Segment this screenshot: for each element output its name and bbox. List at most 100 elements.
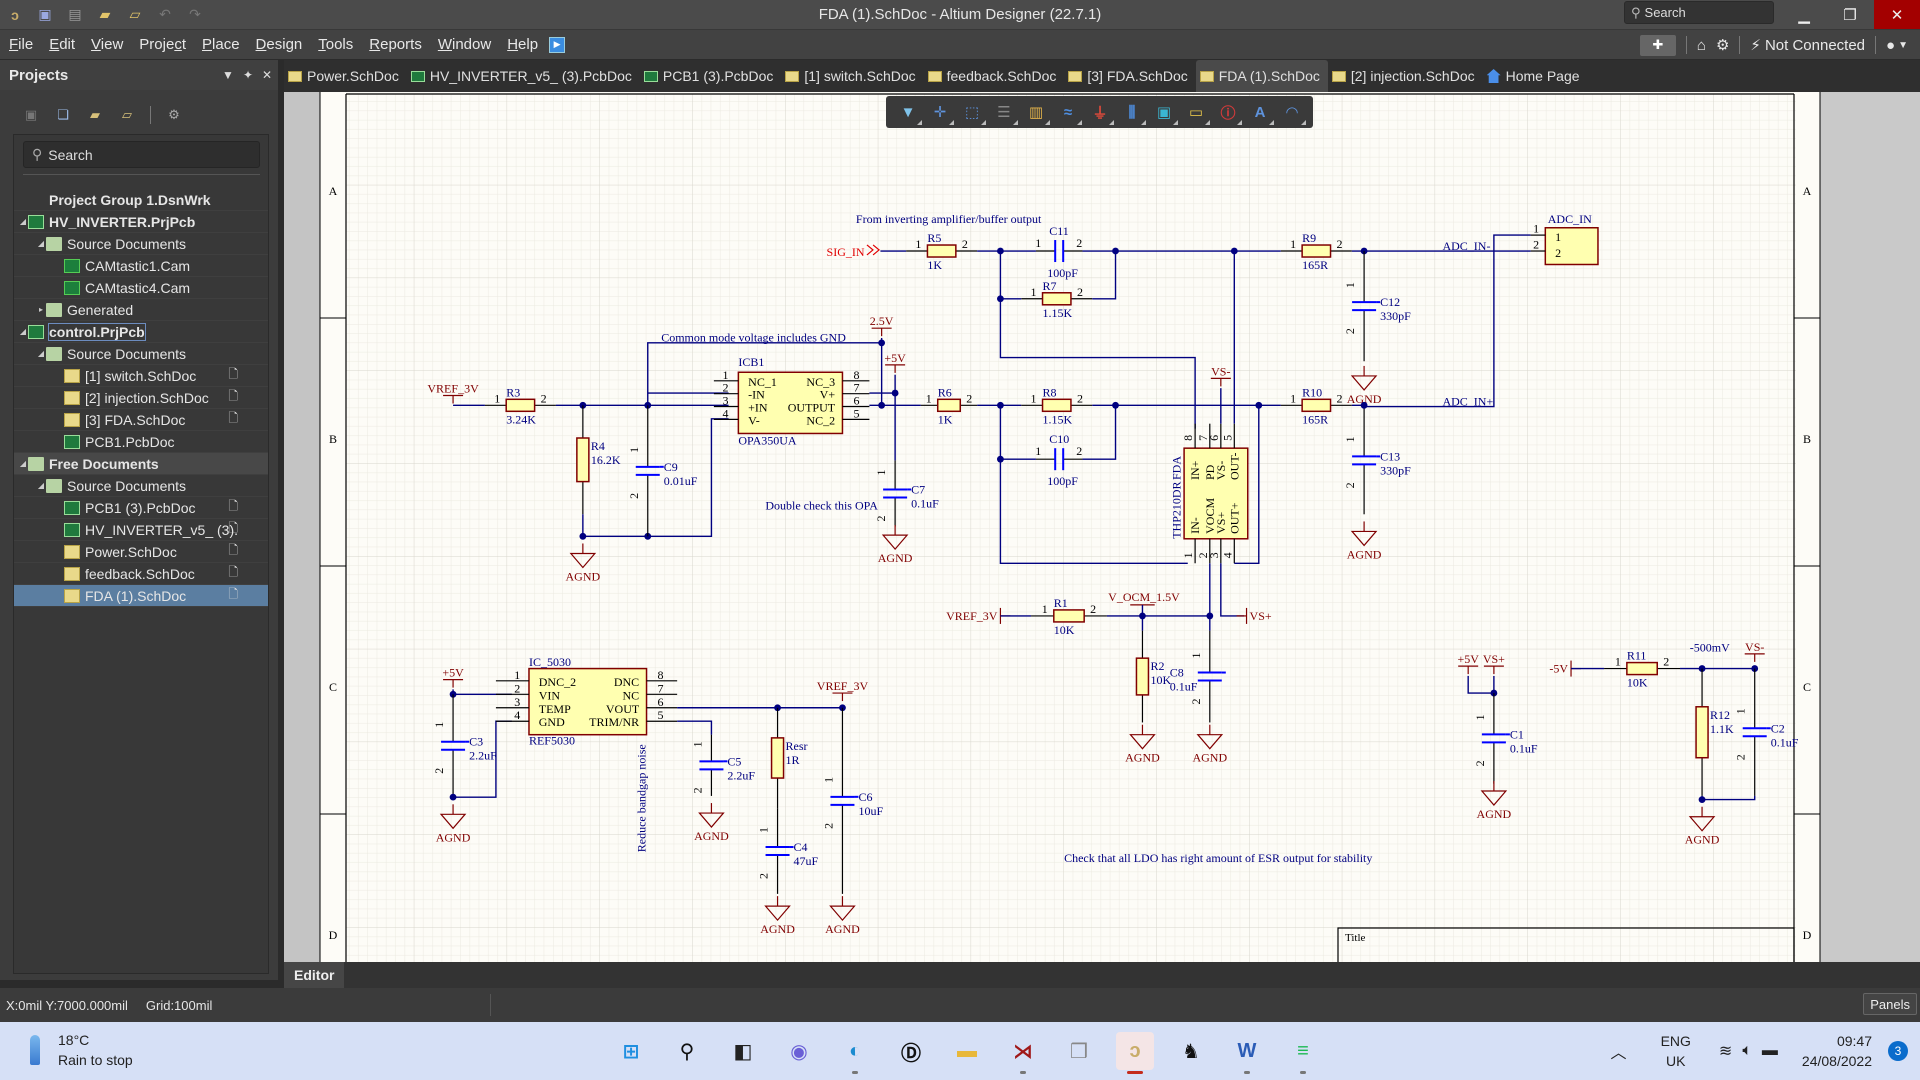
gear-icon[interactable]: ⚙ (165, 106, 183, 124)
tree-item[interactable]: Power.SchDoc 🗋︎ (14, 541, 268, 563)
expanded-arrow-icon[interactable]: ◢ (36, 349, 46, 358)
menu-view[interactable]: View (82, 36, 130, 53)
menu-help[interactable]: Help (498, 36, 545, 53)
expanded-arrow-icon[interactable]: ◢ (36, 239, 46, 248)
notification-badge[interactable]: 3 (1888, 1041, 1908, 1061)
tree-item[interactable]: ◢ Source Documents (14, 343, 268, 365)
schematic-editor[interactable]: A A B B C C D D Title From inverting amplifier/… (284, 92, 1920, 962)
global-search-input[interactable]: ⚲ Search (1624, 1, 1774, 24)
part-tool[interactable]: ▥ (1020, 97, 1052, 127)
port-tool[interactable]: ▭ (1180, 97, 1212, 127)
doc-tab[interactable]: Home Page (1483, 60, 1588, 92)
tree-item[interactable]: PCB1.PcbDoc (14, 431, 268, 453)
menu-project[interactable]: Project (130, 36, 193, 53)
panel-close-icon[interactable]: ✕ (262, 68, 272, 82)
schematic-sheet[interactable]: A A B B C C D D Title From inverting amplifier/… (284, 92, 1920, 962)
battery-icon[interactable]: ▬ (1762, 1042, 1778, 1060)
align-tool[interactable]: ☰ (988, 97, 1020, 127)
redo-icon[interactable]: ↷ (186, 6, 204, 24)
collapsed-arrow-icon[interactable]: ▸ (36, 305, 46, 314)
language-indicator[interactable]: ENG UK (1661, 1031, 1691, 1071)
pin-icon[interactable]: ✦ (243, 68, 253, 82)
undo-icon[interactable]: ↶ (156, 6, 174, 24)
expanded-arrow-icon[interactable]: ◢ (18, 217, 28, 226)
taskbar-edge[interactable]: ◐ (836, 1032, 874, 1074)
tree-item[interactable]: ◢ Source Documents (14, 233, 268, 255)
doc-tab[interactable]: [3] FDA.SchDoc (1064, 60, 1195, 92)
taskbar-search[interactable]: ⚲ (668, 1032, 706, 1070)
taskbar-altium[interactable]: ↄ (1116, 1032, 1154, 1074)
filter-tool[interactable]: ▼ (892, 97, 924, 127)
tree-item[interactable]: ▸ Generated (14, 299, 268, 321)
taskbar-spotify[interactable]: ≡ (1284, 1032, 1322, 1074)
run-script-icon[interactable]: ▶ (549, 36, 566, 53)
port-sig-in[interactable]: SIG_IN (827, 245, 865, 259)
doc-tab[interactable]: feedback.SchDoc (924, 60, 1065, 92)
project-search-input[interactable]: ⚲ Search (23, 141, 260, 168)
taskbar-3d-viewer[interactable]: ❒ (1060, 1032, 1098, 1070)
doc-tab[interactable]: PCB1 (3).PcbDoc (640, 60, 781, 92)
sheet-symbol-tool[interactable]: ▣ (1148, 97, 1180, 127)
taskbar-ltspice[interactable]: ⋊ (1004, 1032, 1042, 1074)
doc-tab[interactable]: [2] injection.SchDoc (1328, 60, 1483, 92)
expanded-arrow-icon[interactable]: ◢ (36, 481, 46, 490)
menu-edit[interactable]: Edit (40, 36, 82, 53)
tree-item[interactable]: feedback.SchDoc 🗋︎ (14, 563, 268, 585)
save-project-icon[interactable]: ▣ (22, 106, 40, 124)
text-tool[interactable]: A (1244, 97, 1276, 127)
doc-tab[interactable]: Power.SchDoc (284, 60, 407, 92)
app-logo-icon[interactable]: ↄ (6, 6, 24, 24)
save-icon[interactable]: ▣ (36, 6, 54, 24)
tree-item[interactable]: CAMtastic1.Cam (14, 255, 268, 277)
weather-widget[interactable]: 18°C Rain to stop (30, 1030, 133, 1070)
open-project-icon[interactable]: ▱ (126, 6, 144, 24)
no-erc-tool[interactable]: ⓘ (1212, 97, 1244, 127)
panel-menu-icon[interactable]: ▼ (222, 68, 234, 82)
doc-tab[interactable]: [1] switch.SchDoc (781, 60, 923, 92)
volume-icon[interactable]: 🔈︎ (1742, 1042, 1752, 1060)
taskbar-word[interactable]: W (1228, 1032, 1266, 1074)
tree-item[interactable]: PCB1 (3).PcbDoc 🗋︎ (14, 497, 268, 519)
doc-tab[interactable]: FDA (1).SchDoc (1195, 60, 1328, 92)
menu-window[interactable]: Window (429, 36, 498, 53)
tree-item[interactable]: [1] switch.SchDoc 🗋︎ (14, 365, 268, 387)
tree-item[interactable]: ◢ control.PrjPcb (14, 321, 268, 343)
taskbar-dell[interactable]: Ⓓ (892, 1032, 930, 1070)
restore-button[interactable]: ❐ (1820, 0, 1880, 29)
select-rect-tool[interactable]: ⬚ (956, 97, 988, 127)
menu-file[interactable]: File (0, 36, 40, 53)
messages-button[interactable]: ✚ (1639, 34, 1676, 56)
tree-item[interactable]: [3] FDA.SchDoc 🗋︎ (14, 409, 268, 431)
open-icon[interactable]: ▰ (96, 6, 114, 24)
taskbar-file-explorer[interactable]: ▬ (948, 1032, 986, 1070)
doc-tab[interactable]: HV_INVERTER_v5_ (3).PcbDoc (407, 60, 640, 92)
close-button[interactable]: ✕ (1874, 0, 1920, 29)
tree-item[interactable]: ◢ Free Documents (14, 453, 268, 475)
tree-item[interactable]: CAMtastic4.Cam (14, 277, 268, 299)
menu-design[interactable]: Design (247, 36, 310, 53)
taskbar-task-view[interactable]: ◧ (724, 1032, 762, 1070)
tab-editor[interactable]: Editor (284, 962, 345, 988)
tree-item[interactable]: FDA (1).SchDoc 🗋︎ (14, 585, 268, 607)
taskbar-ti[interactable]: ♞ (1172, 1032, 1210, 1070)
gear-icon[interactable]: ⚙ (1716, 36, 1729, 54)
gnd-power-tool[interactable]: ⏚ (1084, 97, 1116, 127)
clock[interactable]: 09:47 24/08/2022 (1802, 1031, 1872, 1071)
tree-item[interactable]: [2] injection.SchDoc 🗋︎ (14, 387, 268, 409)
tree-item[interactable]: Project Group 1.DsnWrk (14, 189, 268, 211)
wifi-icon[interactable]: ≋ (1719, 1041, 1732, 1061)
folder-search-icon[interactable]: ▰ (86, 106, 104, 124)
harness-tool[interactable]: ⫼ (1116, 97, 1148, 127)
menu-tools[interactable]: Tools (309, 36, 360, 53)
tree-item[interactable]: ◢ Source Documents (14, 475, 268, 497)
crosshair-tool[interactable]: ✛ (924, 97, 956, 127)
menu-reports[interactable]: Reports (360, 36, 429, 53)
folder-settings-icon[interactable]: ▱ (118, 106, 136, 124)
tree-item[interactable]: HV_INVERTER_v5_ (3). 🗋︎ (14, 519, 268, 541)
panels-button[interactable]: Panels (1863, 993, 1917, 1015)
copy-icon[interactable]: ❏ (54, 106, 72, 124)
connection-status[interactable]: ⚡ Not Connected (1750, 36, 1865, 55)
taskbar-start[interactable]: ⊞ (612, 1032, 650, 1070)
taskbar-teams-chat[interactable]: ◉ (780, 1032, 818, 1070)
home-icon[interactable]: ⌂ (1697, 37, 1706, 54)
